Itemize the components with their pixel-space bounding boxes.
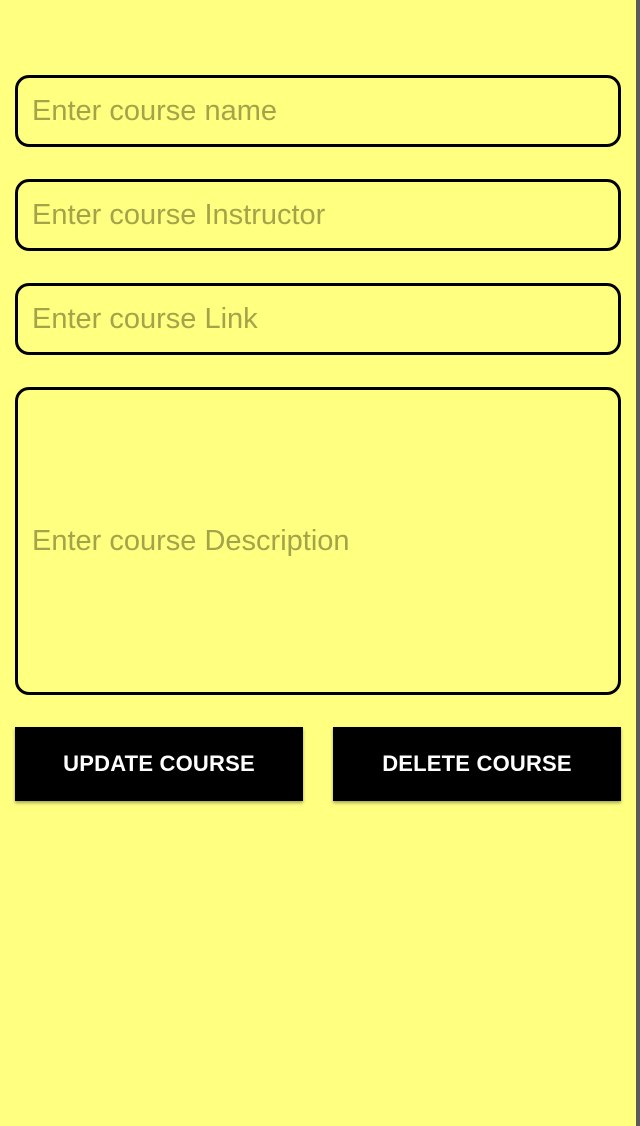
course-description-input[interactable]	[32, 521, 618, 561]
course-form: UPDATE COURSE DELETE COURSE	[15, 75, 621, 801]
edit-course-screen: UPDATE COURSE DELETE COURSE	[0, 0, 640, 1126]
delete-course-button[interactable]: DELETE COURSE	[333, 727, 621, 801]
action-buttons: UPDATE COURSE DELETE COURSE	[15, 727, 621, 801]
update-course-button[interactable]: UPDATE COURSE	[15, 727, 303, 801]
screen-edge-divider	[636, 0, 640, 1126]
course-name-input[interactable]	[32, 94, 618, 128]
course-instructor-input[interactable]	[32, 198, 618, 232]
course-description-field-box	[15, 387, 621, 695]
course-name-field-box	[15, 75, 621, 147]
course-instructor-field-box	[15, 179, 621, 251]
course-link-field-box	[15, 283, 621, 355]
course-link-input[interactable]	[32, 302, 618, 336]
